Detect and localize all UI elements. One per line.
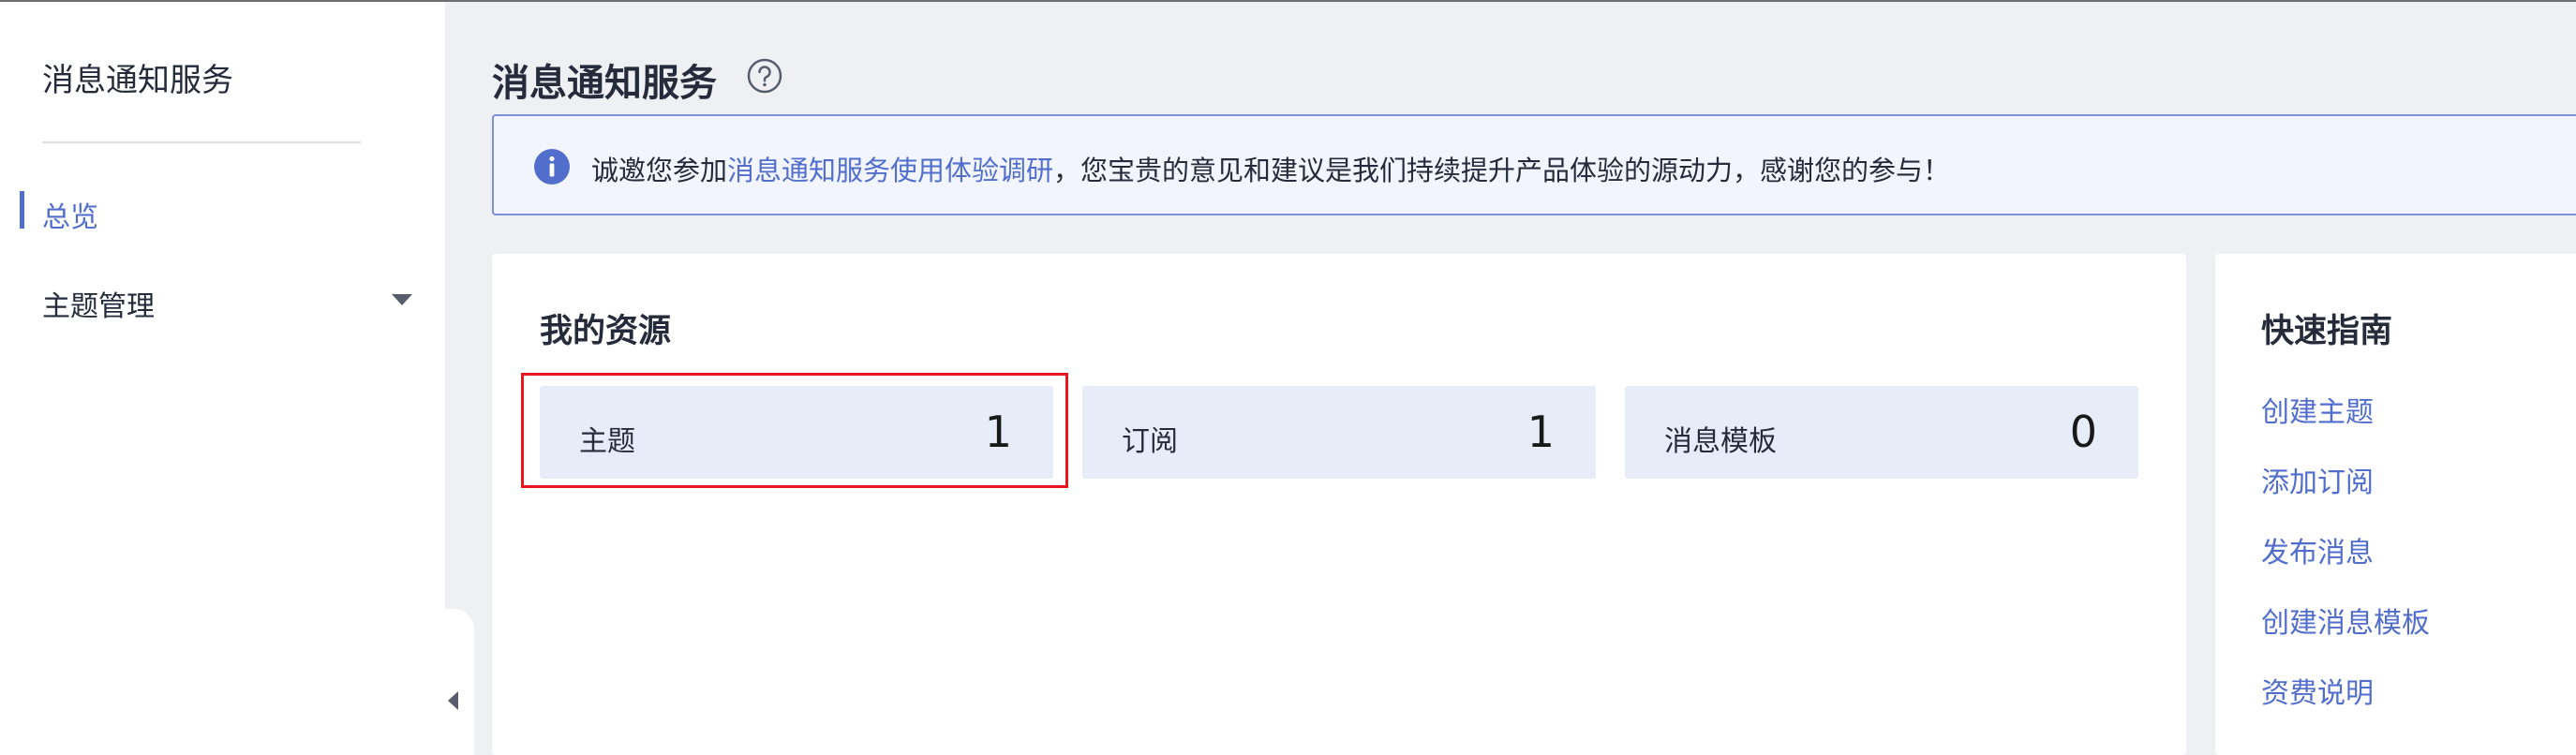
resource-tile-subscription[interactable]: 订阅 1 <box>1082 386 1596 479</box>
guide-link-create-topic[interactable]: 创建主题 <box>2261 389 2374 430</box>
guide-link-publish-message[interactable]: 发布消息 <box>2261 529 2374 570</box>
quick-guide-title: 快速指南 <box>2261 313 2393 350</box>
resource-tile-topic[interactable]: 主题 1 <box>540 386 1053 479</box>
my-resources-title: 我的资源 <box>540 313 672 350</box>
info-icon <box>534 149 570 185</box>
sidebar-title: 消息通知服务 <box>42 62 233 99</box>
resource-count: 1 <box>1526 407 1555 457</box>
guide-link-pricing[interactable]: 资费说明 <box>2261 670 2374 711</box>
resource-tile-message-template[interactable]: 消息模板 0 <box>1625 386 2138 479</box>
guide-link-add-subscription[interactable]: 添加订阅 <box>2261 459 2374 500</box>
sidebar-collapse-button[interactable] <box>431 609 474 755</box>
my-resources-card: 我的资源 主题 1 订阅 1 消息模板 0 <box>492 254 2186 755</box>
resource-count: 1 <box>984 407 1012 457</box>
resource-count: 0 <box>2069 407 2097 457</box>
guide-link-create-message-template[interactable]: 创建消息模板 <box>2261 600 2430 641</box>
resource-name: 订阅 <box>1122 425 1178 458</box>
notice-text: 诚邀您参加消息通知服务使用体验调研，您宝贵的意见和建议是我们持续提升产品体验的源… <box>591 149 1950 188</box>
notice-prefix: 诚邀您参加 <box>591 155 728 186</box>
sidebar: 消息通知服务 总览 主题管理 <box>0 2 445 755</box>
notice-suffix: ，您宝贵的意见和建议是我们持续提升产品体验的源动力，感谢您的参与！ <box>1053 155 1951 186</box>
sidebar-item-label: 主题管理 <box>42 290 155 323</box>
caret-down-icon <box>392 294 412 305</box>
resource-name: 消息模板 <box>1664 425 1777 458</box>
survey-notice-banner: 诚邀您参加消息通知服务使用体验调研，您宝贵的意见和建议是我们持续提升产品体验的源… <box>492 114 2576 215</box>
active-indicator <box>20 191 24 229</box>
sidebar-item-overview[interactable]: 总览 <box>0 181 445 241</box>
sidebar-item-topic-management[interactable]: 主题管理 <box>0 270 445 330</box>
page-title: 消息通知服务 <box>492 62 717 105</box>
quick-guide-card: 快速指南 创建主题 添加订阅 发布消息 创建消息模板 资费说明 <box>2215 254 2576 755</box>
sidebar-divider <box>42 141 361 143</box>
caret-left-icon <box>448 691 458 710</box>
question-circle-icon[interactable] <box>747 58 782 94</box>
sidebar-item-label: 总览 <box>42 201 98 234</box>
survey-link[interactable]: 消息通知服务使用体验调研 <box>727 155 1053 186</box>
resource-name: 主题 <box>579 425 635 458</box>
